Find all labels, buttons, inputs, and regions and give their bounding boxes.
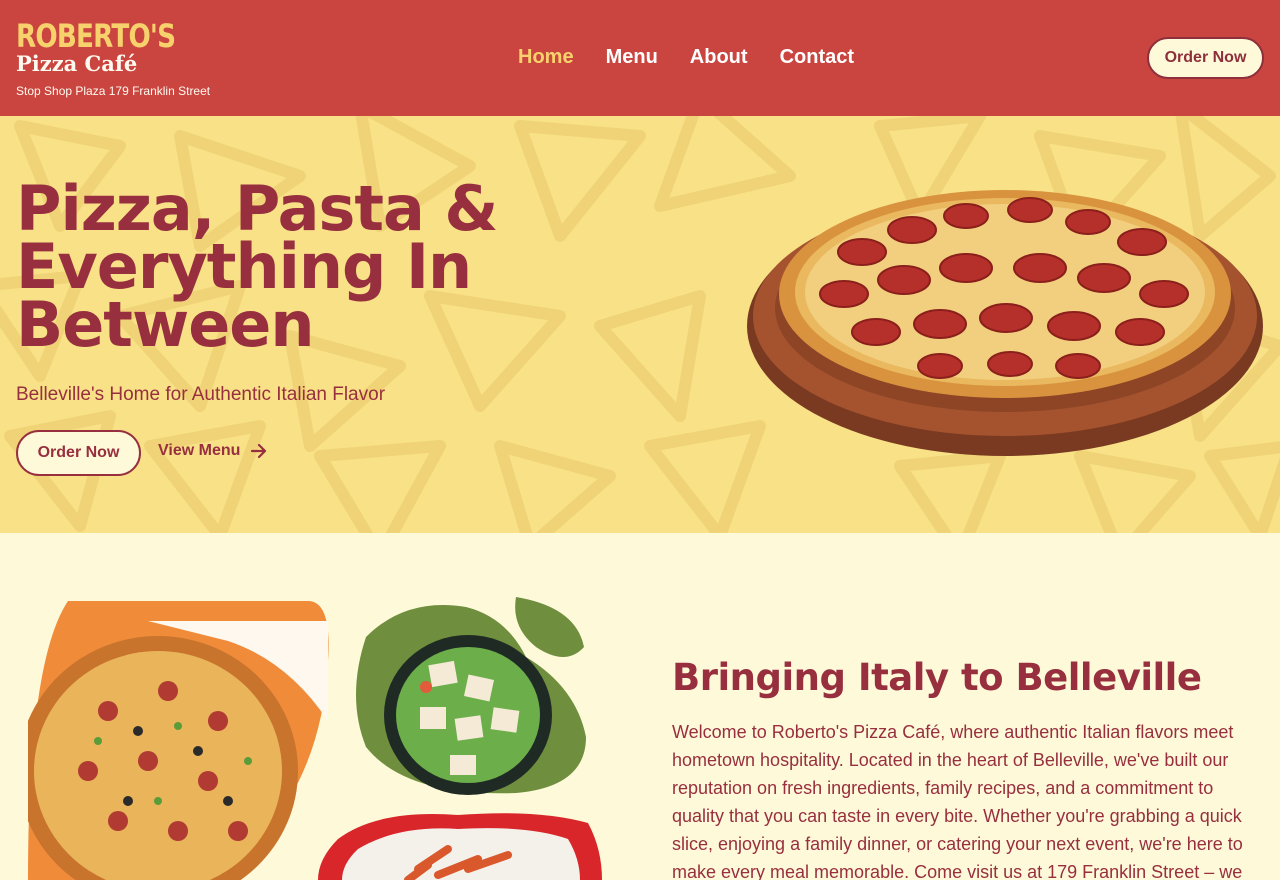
penne-pasta-photo — [318, 813, 602, 880]
nav-home[interactable]: Home — [518, 46, 574, 69]
hero-section: Pizza, Pasta & Everything In Between Bel… — [0, 116, 1280, 533]
view-menu-label: View Menu — [158, 442, 241, 459]
veggie-pizza-photo — [28, 601, 329, 880]
logo-line1: ROBERTO'S — [16, 17, 176, 55]
view-menu-link[interactable]: View Menu — [158, 442, 268, 460]
nav-menu[interactable]: Menu — [606, 46, 658, 69]
hero-title: Pizza, Pasta & Everything In Between — [16, 172, 499, 361]
logo-line2: Pizza Café — [16, 51, 138, 76]
nav-about[interactable]: About — [690, 46, 748, 69]
food-photo-collage — [0, 533, 640, 880]
header-order-button[interactable]: Order Now — [1147, 37, 1264, 79]
hero-order-button[interactable]: Order Now — [16, 430, 141, 476]
logo[interactable]: ROBERTO'S Pizza Café — [16, 20, 210, 76]
nav-contact[interactable]: Contact — [780, 46, 854, 69]
hero-subtitle: Belleville's Home for Authentic Italian … — [16, 384, 386, 405]
salad-bowl-photo — [356, 597, 586, 795]
main-nav: Home Menu About Contact — [518, 46, 854, 69]
site-header: ROBERTO'S Pizza Café Stop Shop Plaza 179… — [0, 0, 1280, 116]
about-title: Bringing Italy to Belleville — [672, 656, 1202, 699]
header-address: Stop Shop Plaza 179 Franklin Street — [16, 84, 211, 98]
pepperoni-pizza-image — [747, 190, 1263, 456]
about-text: Welcome to Roberto's Pizza Café, where a… — [672, 722, 1243, 880]
arrow-right-icon — [251, 443, 267, 459]
